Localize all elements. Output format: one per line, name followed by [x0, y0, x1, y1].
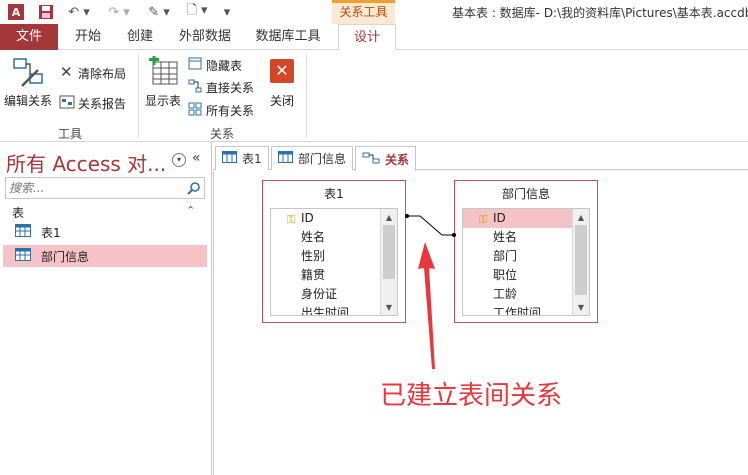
spelling-icon[interactable]: ✎ ▾ — [144, 3, 174, 21]
nav-dropdown-icon[interactable]: ▾ — [172, 153, 186, 167]
close-button[interactable]: 关闭 — [270, 92, 294, 109]
window-title: 基本表 : 数据库- D:\我的资料库\Pictures\基本表.accdb — [452, 6, 748, 20]
edit-relationships-icon[interactable] — [12, 56, 46, 90]
tab-create[interactable]: 创建 — [116, 24, 164, 50]
collapse-pane-icon[interactable]: « — [192, 150, 201, 166]
navigation-pane: 所有 Access 对... ▾ « 表 ⌃ 表1 部门信息 — [0, 142, 212, 475]
doc-tab-relationships[interactable]: 关系 — [355, 146, 417, 171]
nav-section-header[interactable]: 表 — [12, 204, 24, 221]
section-collapse-icon[interactable]: ⌃ — [186, 204, 195, 217]
doc-tab-department-info[interactable]: 部门信息 — [271, 146, 354, 170]
table-icon — [15, 248, 31, 264]
nav-item-label: 部门信息 — [41, 249, 90, 264]
all-relationships-button[interactable]: 所有关系 — [206, 102, 254, 119]
doc-tab-label: 关系 — [385, 152, 410, 167]
relationship-line[interactable] — [214, 171, 748, 475]
table-icon — [15, 224, 31, 240]
context-tab-header: 关系工具 — [332, 0, 395, 24]
relationships-canvas[interactable]: 表1 ⚿ ID 姓名 性别 籍贯 身份证 出生时间 ▲ ▼ 部门信息 ⚿ ID … — [213, 171, 748, 475]
show-table-icon[interactable] — [147, 55, 179, 88]
close-icon[interactable]: ✕ — [270, 59, 294, 83]
clear-layout-icon: ✕ — [60, 63, 73, 81]
hide-table-icon — [188, 57, 202, 70]
document-area: 表1 部门信息 关系 表1 ⚿ ID 姓名 性别 籍贯 身份证 出生时间 ▲ ▼… — [213, 142, 748, 475]
tab-external-data[interactable]: 外部数据 — [172, 24, 238, 50]
all-relationships-icon — [188, 102, 202, 116]
direct-relationships-button[interactable]: 直接关系 — [206, 79, 254, 96]
svg-text:A: A — [12, 6, 21, 19]
save-icon[interactable] — [36, 3, 56, 21]
annotation-text: 已建立表间关系 — [380, 381, 563, 411]
hide-table-button[interactable]: 隐藏表 — [206, 57, 242, 74]
tab-file[interactable]: 文件 — [0, 24, 58, 50]
nav-item-label: 表1 — [41, 225, 61, 240]
tools-group-label: 工具 — [58, 127, 83, 141]
table-icon — [222, 151, 237, 166]
tab-home[interactable]: 开始 — [64, 24, 112, 50]
nav-pane-title[interactable]: 所有 Access 对... — [6, 148, 166, 177]
access-app-icon[interactable]: A — [6, 3, 26, 21]
direct-relationships-icon — [188, 79, 202, 93]
relationships-group-label: 关系 — [210, 127, 235, 141]
nav-search-box — [5, 177, 205, 199]
ribbon-tab-row: 文件 开始 创建 外部数据 数据库工具 设计 — [0, 24, 748, 51]
new-document-icon[interactable]: 🗋 ▾ — [182, 3, 212, 21]
nav-item-table1[interactable]: 表1 — [3, 221, 207, 243]
ribbon: 编辑关系 ✕ 清除布局 关系报告 工具 显示表 隐藏表 直接关系 所有关系 ✕ … — [0, 50, 748, 142]
doc-tab-table1[interactable]: 表1 — [215, 146, 269, 170]
customize-qat-icon[interactable]: ▾ — [220, 3, 234, 21]
relationship-report-button[interactable]: 关系报告 — [78, 95, 126, 112]
redo-icon[interactable]: ↷ ▾ — [104, 3, 134, 21]
tab-database-tools[interactable]: 数据库工具 — [248, 24, 328, 50]
nav-search-input[interactable] — [6, 178, 182, 198]
doc-tab-label: 部门信息 — [298, 152, 347, 166]
title-bar: A ↶ ▾ ↷ ▾ ✎ ▾ 🗋 ▾ ▾ 关系工具 基本表 : 数据库- D:\我… — [0, 0, 748, 24]
document-tabs: 表1 部门信息 关系 — [213, 142, 748, 171]
search-icon[interactable] — [187, 181, 201, 195]
ribbon-separator — [306, 54, 307, 138]
edit-relationships-button[interactable]: 编辑关系 — [4, 92, 52, 109]
table-icon — [278, 151, 293, 166]
tab-design[interactable]: 设计 — [338, 24, 396, 51]
nav-item-department-info[interactable]: 部门信息 — [3, 245, 207, 267]
relationship-report-icon — [59, 95, 75, 109]
annotation-arrow — [418, 242, 435, 369]
doc-tab-label: 表1 — [242, 152, 262, 166]
show-table-button[interactable]: 显示表 — [145, 92, 181, 109]
ribbon-separator — [138, 54, 139, 138]
undo-icon[interactable]: ↶ ▾ — [64, 3, 94, 21]
relationships-icon — [362, 152, 380, 167]
clear-layout-button[interactable]: 清除布局 — [78, 65, 126, 82]
